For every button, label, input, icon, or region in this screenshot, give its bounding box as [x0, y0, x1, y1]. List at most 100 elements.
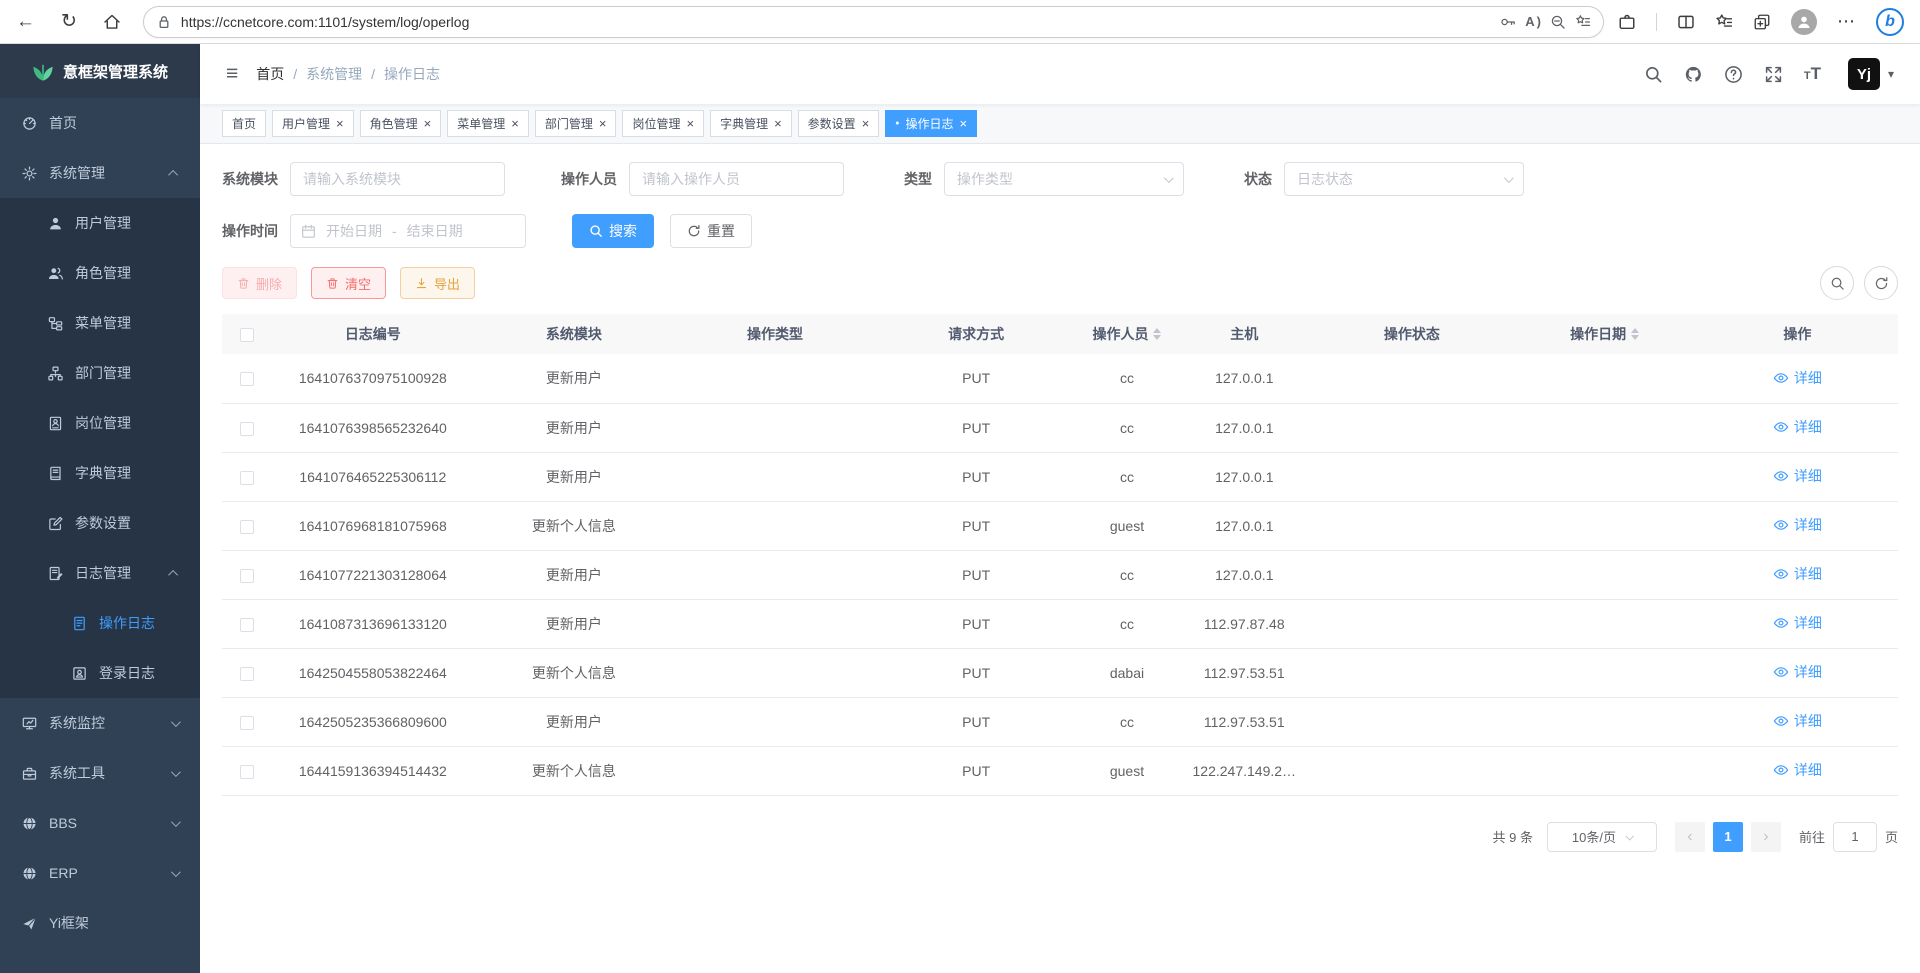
detail-link[interactable]: 详细: [1773, 515, 1822, 535]
user-avatar[interactable]: Yj: [1848, 58, 1880, 90]
detail-link[interactable]: 详细: [1773, 417, 1822, 437]
profile-avatar[interactable]: [1791, 9, 1817, 35]
tab-close-icon[interactable]: ×: [599, 116, 607, 131]
status-select[interactable]: 日志状态: [1284, 162, 1524, 196]
row-checkbox[interactable]: [240, 765, 254, 779]
tab-close-icon[interactable]: ×: [774, 116, 782, 131]
tab-user-mgmt[interactable]: 用户管理 ×: [272, 110, 354, 137]
browser-more-icon[interactable]: ⋯: [1837, 11, 1856, 32]
sidebar-item-system-tools[interactable]: 系统工具: [0, 748, 200, 798]
page-size-select[interactable]: 10条/页: [1547, 822, 1657, 852]
zoom-out-icon[interactable]: [1550, 14, 1566, 30]
header-search-icon[interactable]: [1644, 65, 1663, 84]
sidebar-item-login-log[interactable]: 登录日志: [0, 648, 200, 698]
select-all-checkbox[interactable]: [240, 328, 254, 342]
sidebar-item-label: 系统工具: [49, 763, 105, 783]
tab-dict-mgmt[interactable]: 字典管理 ×: [710, 110, 792, 137]
tab-close-icon[interactable]: ×: [862, 116, 870, 131]
sidebar-item-dict-mgmt[interactable]: 字典管理: [0, 448, 200, 498]
sidebar-item-param-settings[interactable]: 参数设置: [0, 498, 200, 548]
detail-link[interactable]: 详细: [1773, 711, 1822, 731]
clear-button[interactable]: 清空: [311, 267, 386, 299]
tab-close-icon[interactable]: ×: [511, 116, 519, 131]
sidebar-item-dept-mgmt[interactable]: 部门管理: [0, 348, 200, 398]
next-page-button[interactable]: ›: [1751, 822, 1781, 852]
row-checkbox[interactable]: [240, 520, 254, 534]
row-checkbox[interactable]: [240, 422, 254, 436]
operator-input[interactable]: [629, 162, 844, 196]
sidebar-item-yi-framework[interactable]: Yi框架: [0, 898, 200, 948]
row-checkbox[interactable]: [240, 471, 254, 485]
type-select[interactable]: 操作类型: [944, 162, 1184, 196]
sidebar-collapse-icon[interactable]: ≡: [226, 62, 238, 86]
sidebar-item-menu-mgmt[interactable]: 菜单管理: [0, 298, 200, 348]
reset-button[interactable]: 重置: [670, 214, 752, 248]
refresh-icon[interactable]: ↻: [61, 12, 77, 31]
github-icon[interactable]: [1684, 65, 1703, 84]
sidebar-item-user-mgmt[interactable]: 用户管理: [0, 198, 200, 248]
split-screen-icon[interactable]: [1677, 13, 1695, 31]
row-checkbox[interactable]: [240, 569, 254, 583]
password-key-icon[interactable]: [1500, 14, 1516, 30]
tab-close-icon[interactable]: ×: [336, 116, 344, 131]
detail-link[interactable]: 详细: [1773, 368, 1822, 388]
sidebar-item-post-mgmt[interactable]: 岗位管理: [0, 398, 200, 448]
tab-close-icon[interactable]: ×: [424, 116, 432, 131]
sidebar-item-log-mgmt[interactable]: 日志管理: [0, 548, 200, 598]
table-search-toggle-icon[interactable]: [1820, 266, 1854, 300]
tab-role-mgmt[interactable]: 角色管理 ×: [360, 110, 442, 137]
delete-button[interactable]: 删除: [222, 267, 297, 299]
user-menu[interactable]: Yj ▾: [1848, 58, 1894, 90]
detail-link[interactable]: 详细: [1773, 662, 1822, 682]
page-1-button[interactable]: 1: [1713, 822, 1743, 852]
search-button[interactable]: 搜索: [572, 214, 654, 248]
tab-param-settings[interactable]: 参数设置 ×: [798, 110, 880, 137]
sort-icon[interactable]: [1153, 328, 1161, 340]
tab-close-icon[interactable]: ×: [960, 116, 968, 131]
address-bar[interactable]: https://ccnetcore.com:1101/system/log/op…: [143, 6, 1604, 38]
url-input[interactable]: https://ccnetcore.com:1101/system/log/op…: [181, 14, 1491, 30]
cell-host: 122.247.149.2…: [1177, 746, 1311, 795]
breadcrumb-home[interactable]: 首页: [256, 64, 284, 84]
table-refresh-icon[interactable]: [1864, 266, 1898, 300]
back-icon[interactable]: ←: [16, 12, 35, 31]
font-size-icon[interactable]: TT: [1804, 64, 1821, 84]
goto-page-input[interactable]: [1833, 822, 1877, 852]
fullscreen-icon[interactable]: [1764, 65, 1783, 84]
sort-icon[interactable]: [1631, 328, 1639, 340]
detail-link[interactable]: 详细: [1773, 564, 1822, 584]
sidebar-item-home[interactable]: 首页: [0, 98, 200, 148]
detail-link[interactable]: 详细: [1773, 466, 1822, 486]
row-checkbox[interactable]: [240, 716, 254, 730]
tab-dept-mgmt[interactable]: 部门管理 ×: [535, 110, 617, 137]
sidebar-item-role-mgmt[interactable]: 角色管理: [0, 248, 200, 298]
export-button[interactable]: 导出: [400, 267, 475, 299]
bing-chat-icon[interactable]: b: [1876, 8, 1904, 36]
collections-icon[interactable]: [1753, 13, 1771, 31]
read-aloud-icon[interactable]: A): [1525, 14, 1541, 29]
add-favorite-icon[interactable]: [1575, 14, 1591, 30]
help-icon[interactable]: [1724, 65, 1743, 84]
tab-oper-log[interactable]: ● 操作日志 ×: [885, 110, 977, 137]
row-checkbox[interactable]: [240, 372, 254, 386]
detail-link[interactable]: 详细: [1773, 760, 1822, 780]
tab-menu-mgmt[interactable]: 菜单管理 ×: [447, 110, 529, 137]
sidebar-item-bbs[interactable]: BBS: [0, 798, 200, 848]
prev-page-button[interactable]: ‹: [1675, 822, 1705, 852]
home-icon[interactable]: [103, 13, 121, 31]
detail-link[interactable]: 详细: [1773, 613, 1822, 633]
tab-home[interactable]: 首页: [222, 110, 266, 137]
sidebar-item-system-mgmt[interactable]: 系统管理: [0, 148, 200, 198]
sidebar-item-erp[interactable]: ERP: [0, 848, 200, 898]
module-input[interactable]: [290, 162, 505, 196]
date-range-picker[interactable]: 开始日期 - 结束日期: [290, 214, 526, 248]
row-checkbox[interactable]: [240, 618, 254, 632]
tab-post-mgmt[interactable]: 岗位管理 ×: [622, 110, 704, 137]
sidebar-item-system-monitor[interactable]: 系统监控: [0, 698, 200, 748]
extensions-icon[interactable]: [1618, 13, 1636, 31]
favorites-icon[interactable]: [1715, 13, 1733, 31]
tab-close-icon[interactable]: ×: [686, 116, 694, 131]
row-checkbox[interactable]: [240, 667, 254, 681]
sidebar-item-oper-log[interactable]: 操作日志: [0, 598, 200, 648]
app-logo[interactable]: 意框架管理系统: [0, 44, 200, 98]
